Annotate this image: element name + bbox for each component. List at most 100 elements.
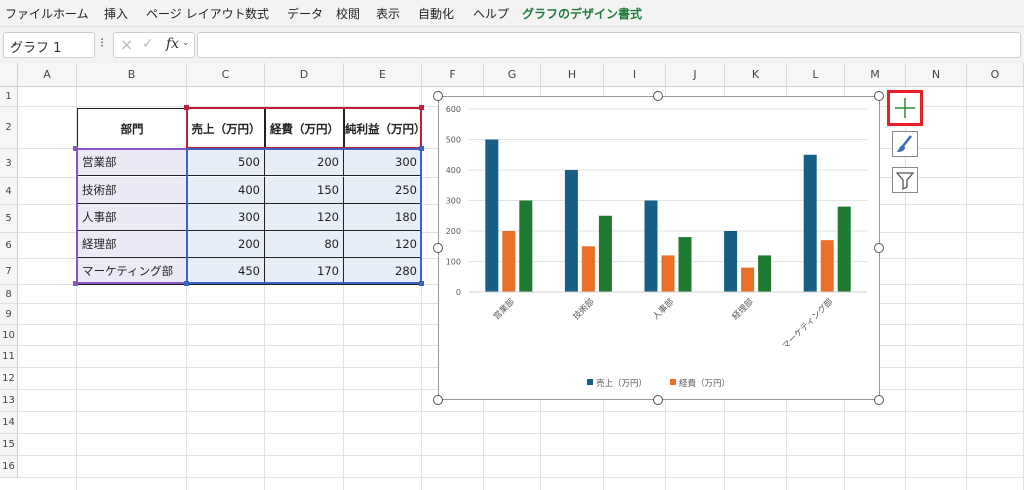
- legend-label: 売上（万円）: [596, 378, 647, 389]
- column-header-E[interactable]: E: [344, 63, 422, 87]
- column-header-C[interactable]: C: [187, 63, 265, 87]
- table-header-cell[interactable]: 部門: [77, 108, 187, 149]
- menu-item-7[interactable]: 表示: [376, 5, 400, 22]
- y-tick-label: 0: [456, 288, 461, 297]
- chart-styles-button[interactable]: [892, 131, 918, 157]
- y-tick-label: 300: [446, 197, 461, 206]
- resize-handle[interactable]: [433, 243, 443, 253]
- x-tick-label: 営業部: [491, 296, 517, 322]
- values-range-highlight: [186, 148, 422, 284]
- bar-2-3[interactable]: [758, 255, 772, 292]
- bar-1-0[interactable]: [502, 231, 516, 292]
- row-header-16[interactable]: 16: [0, 456, 18, 478]
- row-header-6[interactable]: 6: [0, 233, 18, 259]
- row-header-4[interactable]: 4: [0, 178, 18, 205]
- column-header-F[interactable]: F: [422, 63, 484, 87]
- menu-item-2[interactable]: 挿入: [104, 5, 128, 22]
- column-header-B[interactable]: B: [77, 63, 187, 87]
- column-header-A[interactable]: A: [18, 63, 77, 87]
- x-tick-label: 経理部: [730, 296, 756, 322]
- series-name-range-highlight: [186, 107, 422, 149]
- menu-item-11[interactable]: 書式: [618, 5, 642, 22]
- plus-icon: [895, 98, 915, 118]
- row-header-12[interactable]: 12: [0, 368, 18, 390]
- chart-elements-button[interactable]: [887, 90, 923, 126]
- x-tick-label: 人事部: [650, 296, 676, 322]
- column-header-G[interactable]: G: [484, 63, 541, 87]
- formula-input[interactable]: [197, 32, 1021, 58]
- resize-handle[interactable]: [653, 91, 663, 101]
- y-tick-label: 100: [446, 258, 461, 267]
- bar-1-2[interactable]: [661, 255, 675, 292]
- bar-0-3[interactable]: [724, 231, 738, 292]
- bar-0-2[interactable]: [644, 200, 658, 293]
- row-header-2[interactable]: 2: [0, 107, 18, 149]
- chevron-down-icon[interactable]: ⌄: [182, 38, 190, 48]
- row-header-8[interactable]: 8: [0, 285, 18, 304]
- column-header-L[interactable]: L: [787, 63, 845, 87]
- bar-2-0[interactable]: [519, 200, 533, 293]
- resize-handle[interactable]: [874, 243, 884, 253]
- y-tick-label: 500: [446, 136, 461, 145]
- row-header-1[interactable]: 1: [0, 87, 18, 107]
- menu-item-0[interactable]: ファイル: [5, 5, 53, 22]
- chevron-down-icon[interactable]: ⌄: [10, 36, 88, 49]
- bar-1-4[interactable]: [820, 240, 834, 292]
- row-header-14[interactable]: 14: [0, 412, 18, 434]
- menu-item-3[interactable]: ページ レイアウト: [146, 5, 246, 22]
- column-header-I[interactable]: I: [604, 63, 666, 87]
- bar-1-3[interactable]: [741, 267, 755, 292]
- column-header-O[interactable]: O: [967, 63, 1024, 87]
- row-header-5[interactable]: 5: [0, 205, 18, 233]
- column-header-K[interactable]: K: [725, 63, 787, 87]
- resize-handle[interactable]: [433, 91, 443, 101]
- bar-1-1[interactable]: [581, 246, 595, 292]
- bar-2-1[interactable]: [598, 215, 612, 292]
- row-header-3[interactable]: 3: [0, 149, 18, 178]
- column-header-H[interactable]: H: [541, 63, 604, 87]
- row-header-15[interactable]: 15: [0, 434, 18, 456]
- bar-2-4[interactable]: [837, 206, 851, 292]
- menu-item-9[interactable]: ヘルプ: [473, 5, 509, 22]
- legend-swatch: [587, 379, 593, 385]
- name-box[interactable]: グラフ 1 ⌄: [3, 32, 95, 58]
- menu-item-6[interactable]: 校閲: [336, 5, 360, 22]
- column-header-M[interactable]: M: [845, 63, 906, 87]
- bar-0-0[interactable]: [485, 139, 499, 293]
- legend-swatch: [670, 379, 676, 385]
- row-header-13[interactable]: 13: [0, 390, 18, 412]
- bar-0-4[interactable]: [803, 154, 817, 292]
- row-header-7[interactable]: 7: [0, 259, 18, 285]
- cancel-icon[interactable]: ×: [120, 35, 133, 54]
- resize-handle[interactable]: [433, 395, 443, 405]
- row-header-10[interactable]: 10: [0, 325, 18, 346]
- filter-icon: [895, 172, 915, 191]
- menu-item-8[interactable]: 自動化: [418, 5, 454, 22]
- chart-object[interactable]: 0 100 200 300 400 500 600 営業部 技術部 人事部 経理部 マーケティング部売…: [438, 96, 880, 400]
- menu-item-4[interactable]: 数式: [245, 5, 269, 22]
- ribbon-menu-bar: ファイル ホーム 挿入 ページ レイアウト 数式 データ 校閲 表示 自動化 ヘルプ グラフのデザイ…: [0, 0, 1024, 27]
- column-header-J[interactable]: J: [666, 63, 725, 87]
- chart-svg: 0 100 200 300 400 500 600 営業部 技術部 人事部 経理部 マーケティング部売…: [446, 105, 867, 389]
- kebab-icon[interactable]: ⁝: [100, 36, 104, 51]
- resize-handle[interactable]: [653, 395, 663, 405]
- menu-item-10[interactable]: グラフのデザイン: [522, 5, 618, 22]
- y-tick-label: 600: [446, 105, 461, 114]
- y-tick-label: 400: [446, 166, 461, 175]
- legend-label: 経費（万円）: [679, 378, 730, 389]
- select-all-corner[interactable]: [0, 63, 18, 87]
- chart-filters-button[interactable]: [892, 167, 918, 193]
- category-range-highlight: [76, 148, 188, 284]
- resize-handle[interactable]: [874, 91, 884, 101]
- column-header-D[interactable]: D: [265, 63, 344, 87]
- bar-0-1[interactable]: [564, 170, 578, 292]
- row-header-9[interactable]: 9: [0, 304, 18, 325]
- resize-handle[interactable]: [874, 395, 884, 405]
- menu-item-1[interactable]: ホーム: [53, 5, 89, 22]
- check-icon[interactable]: ✓: [142, 36, 154, 52]
- menu-item-5[interactable]: データ: [287, 5, 323, 22]
- row-header-11[interactable]: 11: [0, 346, 18, 368]
- column-header-N[interactable]: N: [906, 63, 967, 87]
- insert-function-button[interactable]: fx: [166, 36, 179, 52]
- bar-2-2[interactable]: [678, 237, 692, 292]
